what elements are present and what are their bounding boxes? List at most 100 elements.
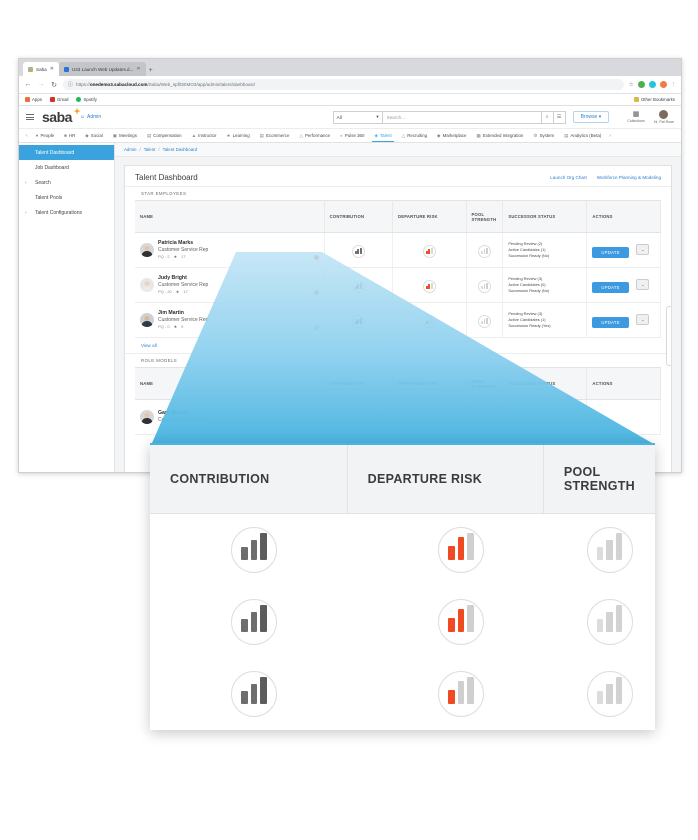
bookmark-other[interactable]: Other Bookmarks <box>633 97 675 102</box>
cell-actions: UPDATE ⌄ <box>586 267 661 303</box>
person-icon: ☺ <box>79 114 86 120</box>
bookmark-spotify[interactable]: Spotify <box>76 97 97 102</box>
cell-name: Judy Bright Customer Service Rep PQ - 20… <box>135 267 325 303</box>
breadcrumb-talent[interactable]: Talent <box>144 147 156 152</box>
close-icon[interactable]: ✕ <box>50 66 54 72</box>
chevron-down-icon[interactable]: ⌄ <box>636 314 650 326</box>
nav-item-analytics[interactable]: ▤ Analytics (Beta) <box>559 129 606 142</box>
person: Judy Bright Customer Service Rep PQ - 20… <box>140 275 319 295</box>
menu-icon[interactable]: ⋮ <box>671 82 677 88</box>
table-row[interactable]: Jim Martin Customer Service Rep PQ - 0 ★… <box>135 302 661 338</box>
back-icon[interactable]: ← <box>24 81 32 88</box>
close-icon[interactable]: ✕ <box>136 66 140 72</box>
sidebar-item-talent-pools[interactable]: Talent Pools <box>19 190 114 205</box>
person-name[interactable]: Patricia Marks <box>158 240 319 247</box>
chevron-down-icon[interactable]: ⌄ <box>636 279 650 291</box>
breadcrumb-admin[interactable]: Admin <box>124 147 136 152</box>
launch-org-chart-link[interactable]: Launch Org Chart <box>550 175 587 180</box>
extension-icon-green[interactable] <box>637 81 645 88</box>
search-scope-select[interactable]: All ▾ <box>332 110 383 124</box>
sidebar-item-talent-configurations[interactable]: › Talent Configurations <box>19 205 114 220</box>
avatar <box>140 278 154 292</box>
nav-item-ecommerce[interactable]: ▤ Ecommerce <box>255 129 295 142</box>
reload-icon[interactable]: ↻ <box>50 81 58 89</box>
nav-item-meetings[interactable]: ▣ Meetings <box>108 129 142 142</box>
folder-icon <box>633 97 639 102</box>
nav-item-instructor[interactable]: ▲ Instructor <box>187 129 222 142</box>
col-name[interactable]: NAME <box>135 200 325 233</box>
col-contribution[interactable]: CONTRIBUTION <box>324 367 393 400</box>
nav-item-marketplace[interactable]: ◆ Marketplace <box>432 129 471 142</box>
zoom-cell-departure-risk <box>358 658 564 730</box>
nav-item-social[interactable]: ◆ Social <box>80 129 108 142</box>
extension-icon-teal[interactable] <box>648 81 656 88</box>
nav-item-learning[interactable]: ★ Learning <box>221 129 254 142</box>
user-profile-button[interactable]: Hi, Pat Rose <box>654 110 674 124</box>
address-input[interactable]: ⓘ https://onedemo3.sabacloud.com/Saba/We… <box>63 79 624 90</box>
update-button[interactable]: UPDATE <box>592 247 629 258</box>
nav-item-pulse360[interactable]: ◐ Pulse 360 <box>335 129 369 142</box>
update-button[interactable]: UPDATE <box>592 317 629 328</box>
col-successor-status[interactable]: SUCCESSOR STATUS <box>502 200 588 233</box>
show-hide-nav-tab[interactable]: Show and Hide... ‹ <box>666 306 671 366</box>
col-departure-risk[interactable]: DEPARTURE RISK <box>392 200 467 233</box>
nav-scroll-right-icon[interactable]: › <box>606 133 614 139</box>
ecommerce-icon: ▤ <box>259 132 265 138</box>
bookmark-apps[interactable]: Apps <box>25 97 42 102</box>
browse-button[interactable]: Browse ▾ <box>572 111 610 123</box>
site-info-icon[interactable]: ⓘ <box>68 81 73 88</box>
table-row[interactable]: Patricia Marks Customer Service Rep PQ -… <box>135 232 661 268</box>
chevron-down-icon[interactable]: ⌄ <box>636 244 650 256</box>
forward-icon[interactable]: → <box>37 81 45 88</box>
sidebar-item-job-dashboard[interactable]: Job Dashboard <box>19 160 114 175</box>
search-icon[interactable]: ⌕ <box>541 110 554 124</box>
view-all-link[interactable]: View all <box>125 338 671 353</box>
browser-tab-doc[interactable]: U43 Launch Web Updates.d... ✕ <box>58 62 146 76</box>
col-successor-status[interactable]: SUCCESSOR STATUS <box>502 367 588 400</box>
collections-button[interactable]: ▦ Collections <box>627 111 645 123</box>
nav-item-performance[interactable]: △ Performance <box>294 129 335 142</box>
nav-item-talent[interactable]: ◈ Talent <box>369 129 396 142</box>
nav-item-system[interactable]: ⚙ System <box>528 129 559 142</box>
col-pool-strength[interactable]: POOL STRENGTH <box>466 200 504 233</box>
new-tab-button[interactable]: + <box>149 66 153 76</box>
browser-tab-saba[interactable]: Saba ✕ <box>23 62 59 76</box>
bookmark-gmail[interactable]: Gmail <box>50 97 68 102</box>
zoom-cell-contribution <box>150 514 358 586</box>
profile-icon[interactable] <box>659 81 667 88</box>
nav-item-compensation[interactable]: ▤ Compensation <box>142 129 187 142</box>
person-name[interactable]: Jim Martin <box>158 310 319 317</box>
bookmarks-bar: Apps Gmail Spotify Other Bookmarks <box>19 94 681 106</box>
sidebar-item-search[interactable]: › Search <box>19 175 114 190</box>
browser-toolbar-icons: ☆ ⋮ <box>629 81 676 88</box>
person-name[interactable]: Judy Bright <box>158 275 319 282</box>
col-pool-strength[interactable]: POOL STRENGTH <box>466 367 504 400</box>
nav-item-recruiting[interactable]: △ Recruiting <box>397 129 432 142</box>
table-row[interactable]: Judy Bright Customer Service Rep PQ - 20… <box>135 267 661 303</box>
cell-departure-risk <box>392 399 467 435</box>
cell-departure-risk <box>392 232 467 268</box>
cell-successor-status: Pending Review (3) Active Candidates (0)… <box>502 267 588 303</box>
search-input[interactable]: Search... <box>382 110 542 124</box>
col-departure-risk[interactable]: DEPARTURE RISK <box>392 367 467 400</box>
pool-strength-chart-icon <box>477 280 491 294</box>
panel-actions: Launch Org Chart Workforce Planning & Mo… <box>550 175 661 180</box>
col-contribution[interactable]: CONTRIBUTION <box>324 200 393 233</box>
nav-item-people[interactable]: ● People <box>31 129 59 142</box>
bookmark-star-icon[interactable]: ☆ <box>629 82 634 88</box>
update-button[interactable]: UPDATE <box>592 282 629 293</box>
person-name[interactable]: Gary Bosley <box>158 410 319 417</box>
col-name[interactable]: NAME <box>135 367 325 400</box>
sidebar-item-talent-dashboard[interactable]: Talent Dashboard <box>19 145 114 160</box>
workforce-planning-link[interactable]: Workforce Planning & Modeling <box>597 175 661 180</box>
menu-hamburger-icon[interactable] <box>26 114 34 120</box>
nav-scroll-left-icon[interactable]: ‹ <box>23 133 31 139</box>
table-row[interactable]: Gary Bosley Customer Service Rep <box>135 399 661 435</box>
avatar <box>140 243 154 257</box>
advanced-search-icon[interactable]: ☰ <box>553 110 566 124</box>
browser-window: Saba ✕ U43 Launch Web Updates.d... ✕ + ←… <box>18 58 682 473</box>
nav-item-hr[interactable]: ■ HR <box>59 129 80 142</box>
admin-switch-link[interactable]: ☺ Admin <box>80 114 101 120</box>
person: Patricia Marks Customer Service Rep PQ -… <box>140 240 319 260</box>
nav-item-extended-integration[interactable]: ▩ Extended Integration <box>472 129 529 142</box>
